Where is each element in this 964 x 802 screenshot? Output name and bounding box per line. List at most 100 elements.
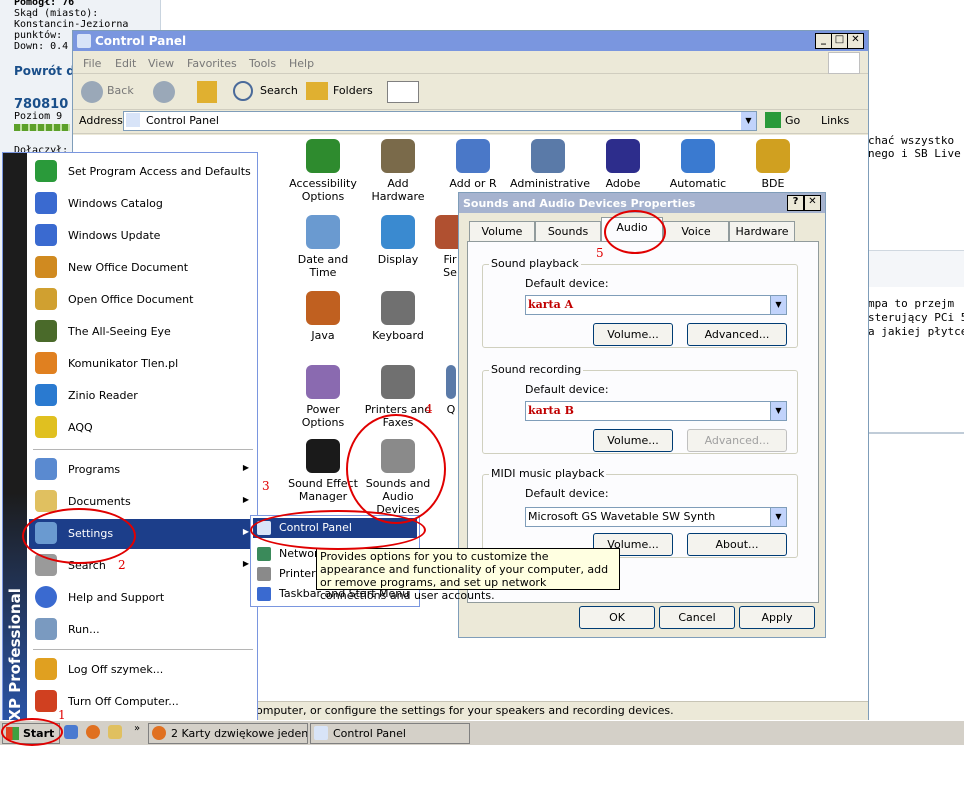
tab-voice[interactable]: Voice [663, 221, 729, 242]
dialog-help-button[interactable]: ? [787, 195, 804, 211]
address-input[interactable]: Control Panel ▼ [123, 111, 757, 131]
chevron-down-icon[interactable]: ▼ [770, 402, 786, 420]
dialog-close-button[interactable]: ✕ [804, 195, 821, 211]
recording-device-select[interactable]: karta B ▼ [525, 401, 787, 421]
menu-tools[interactable]: Tools [249, 57, 276, 70]
tab-volume[interactable]: Volume [469, 221, 535, 242]
close-button[interactable]: ✕ [847, 33, 864, 49]
date-time-icon [306, 215, 340, 249]
menu-separator [33, 649, 253, 650]
recording-device-value: karta B [528, 404, 574, 417]
menu-view[interactable]: View [148, 57, 174, 70]
menu-label: Komunikator Tlen.pl [68, 357, 179, 370]
menu-set-program-access[interactable]: Set Program Access and Defaults [29, 157, 255, 185]
menu-komunikator-tlen[interactable]: Komunikator Tlen.pl [29, 349, 255, 377]
folders-button[interactable]: Folders [333, 84, 373, 97]
power-options-icon [306, 365, 340, 399]
accessibility-options-item[interactable]: Accessibility Options [285, 139, 361, 203]
forum-line: Skąd (miasto): [14, 8, 99, 19]
menu-open-office-document[interactable]: Open Office Document [29, 285, 255, 313]
address-dropdown[interactable]: ▼ [741, 112, 756, 130]
cancel-button[interactable]: Cancel [659, 606, 735, 629]
menu-zinio-reader[interactable]: Zinio Reader [29, 381, 255, 409]
chevron-down-icon[interactable]: ▼ [770, 296, 786, 314]
menu-run[interactable]: Run... [29, 615, 255, 643]
menu-file[interactable]: File [83, 57, 101, 70]
apply-button[interactable]: Apply [739, 606, 815, 629]
search-icon [233, 81, 253, 101]
forum-post-line: mpa to przejm [868, 297, 955, 310]
add-hardware-item[interactable]: Add Hardware [360, 139, 436, 203]
forum-divider [866, 432, 964, 434]
taskbar-firefox-window[interactable]: 2 Karty dzwiękowe jeden... [148, 723, 308, 744]
menu-edit[interactable]: Edit [115, 57, 136, 70]
menu-help[interactable]: Help [289, 57, 314, 70]
menu-aqq[interactable]: AQQ [29, 413, 255, 441]
maximize-button[interactable]: □ [831, 33, 848, 49]
views-icon[interactable] [387, 81, 419, 103]
cp-item-label: Display [377, 253, 419, 266]
forum-user-id[interactable]: 780810 [14, 97, 68, 112]
firefox-quicklaunch-icon[interactable] [86, 725, 100, 739]
search-button[interactable]: Search [260, 84, 298, 97]
menu-separator [33, 449, 253, 450]
cp-item-label: Java [311, 329, 335, 342]
midi-keyboard-icon [489, 487, 517, 517]
java-item[interactable]: Java [285, 291, 361, 342]
menu-favorites[interactable]: Favorites [187, 57, 237, 70]
annotation-ring-audio-tab [604, 210, 666, 254]
menu-windows-catalog[interactable]: Windows Catalog [29, 189, 255, 217]
ok-button[interactable]: OK [579, 606, 655, 629]
task-label: Control Panel [333, 727, 406, 740]
menu-new-office-document[interactable]: New Office Document [29, 253, 255, 281]
quicktime-item[interactable]: Q [443, 365, 459, 416]
tab-sounds[interactable]: Sounds [535, 221, 601, 242]
aqq-icon [35, 416, 57, 438]
midi-about-button[interactable]: About... [687, 533, 787, 556]
folder-quicklaunch-icon[interactable] [108, 725, 122, 739]
all-seeing-eye-icon [35, 320, 57, 342]
menu-log-off[interactable]: Log Off szymek... [29, 655, 255, 683]
recording-volume-button[interactable]: Volume... [593, 429, 673, 452]
minimize-button[interactable]: _ [815, 33, 832, 49]
playback-volume-button[interactable]: Volume... [593, 323, 673, 346]
chevron-right-icon[interactable]: » [134, 723, 140, 734]
start-menu: Windows XP Professional Set Program Acce… [2, 152, 258, 802]
menu-windows-update[interactable]: Windows Update [29, 221, 255, 249]
chevron-down-icon[interactable]: ▼ [770, 508, 786, 526]
keyboard-item[interactable]: Keyboard [360, 291, 436, 342]
taskbar-control-panel-window[interactable]: Control Panel [310, 723, 470, 744]
tab-hardware[interactable]: Hardware [729, 221, 795, 242]
playback-advanced-button[interactable]: Advanced... [687, 323, 787, 346]
menu-all-seeing-eye[interactable]: The All-Seeing Eye [29, 317, 255, 345]
menu-label: Turn Off Computer... [68, 695, 179, 708]
recording-advanced-button[interactable]: Advanced... [687, 429, 787, 452]
cp-item-label: Keyboard [372, 329, 424, 342]
submenu-arrow-icon: ▶ [242, 463, 249, 472]
forward-arrow-icon[interactable] [153, 81, 175, 103]
back-link[interactable]: Powrót d [14, 64, 75, 78]
menu-bar: File Edit View Favorites Tools Help [73, 51, 868, 74]
back-button[interactable]: Back [107, 84, 134, 97]
date-time-item[interactable]: Date and Time [285, 215, 361, 279]
playback-device-select[interactable]: karta A ▼ [525, 295, 787, 315]
menu-programs[interactable]: Programs ▶ [29, 455, 255, 483]
control-panel-titlebar[interactable]: Control Panel _ □ ✕ [73, 31, 868, 51]
power-options-item[interactable]: Power Options [285, 365, 361, 429]
bde-administrator-icon [756, 139, 790, 173]
tlen-icon [35, 352, 57, 374]
menu-help-support[interactable]: Help and Support [29, 583, 255, 611]
add-remove-programs-item[interactable]: Add or R [435, 139, 511, 190]
go-button[interactable]: Go [785, 114, 800, 127]
annotation-number: 3 [262, 479, 270, 493]
go-arrow-icon[interactable] [765, 112, 781, 128]
links-button[interactable]: Links [821, 114, 849, 127]
back-arrow-icon[interactable] [81, 81, 103, 103]
log-off-icon [35, 658, 57, 680]
display-item[interactable]: Display [360, 215, 436, 266]
up-folder-icon[interactable] [197, 81, 217, 103]
address-value: Control Panel [146, 114, 219, 127]
ie-quicklaunch-icon[interactable] [64, 725, 78, 739]
annotation-number: 5 [596, 246, 604, 260]
midi-device-select[interactable]: Microsoft GS Wavetable SW Synth ▼ [525, 507, 787, 527]
